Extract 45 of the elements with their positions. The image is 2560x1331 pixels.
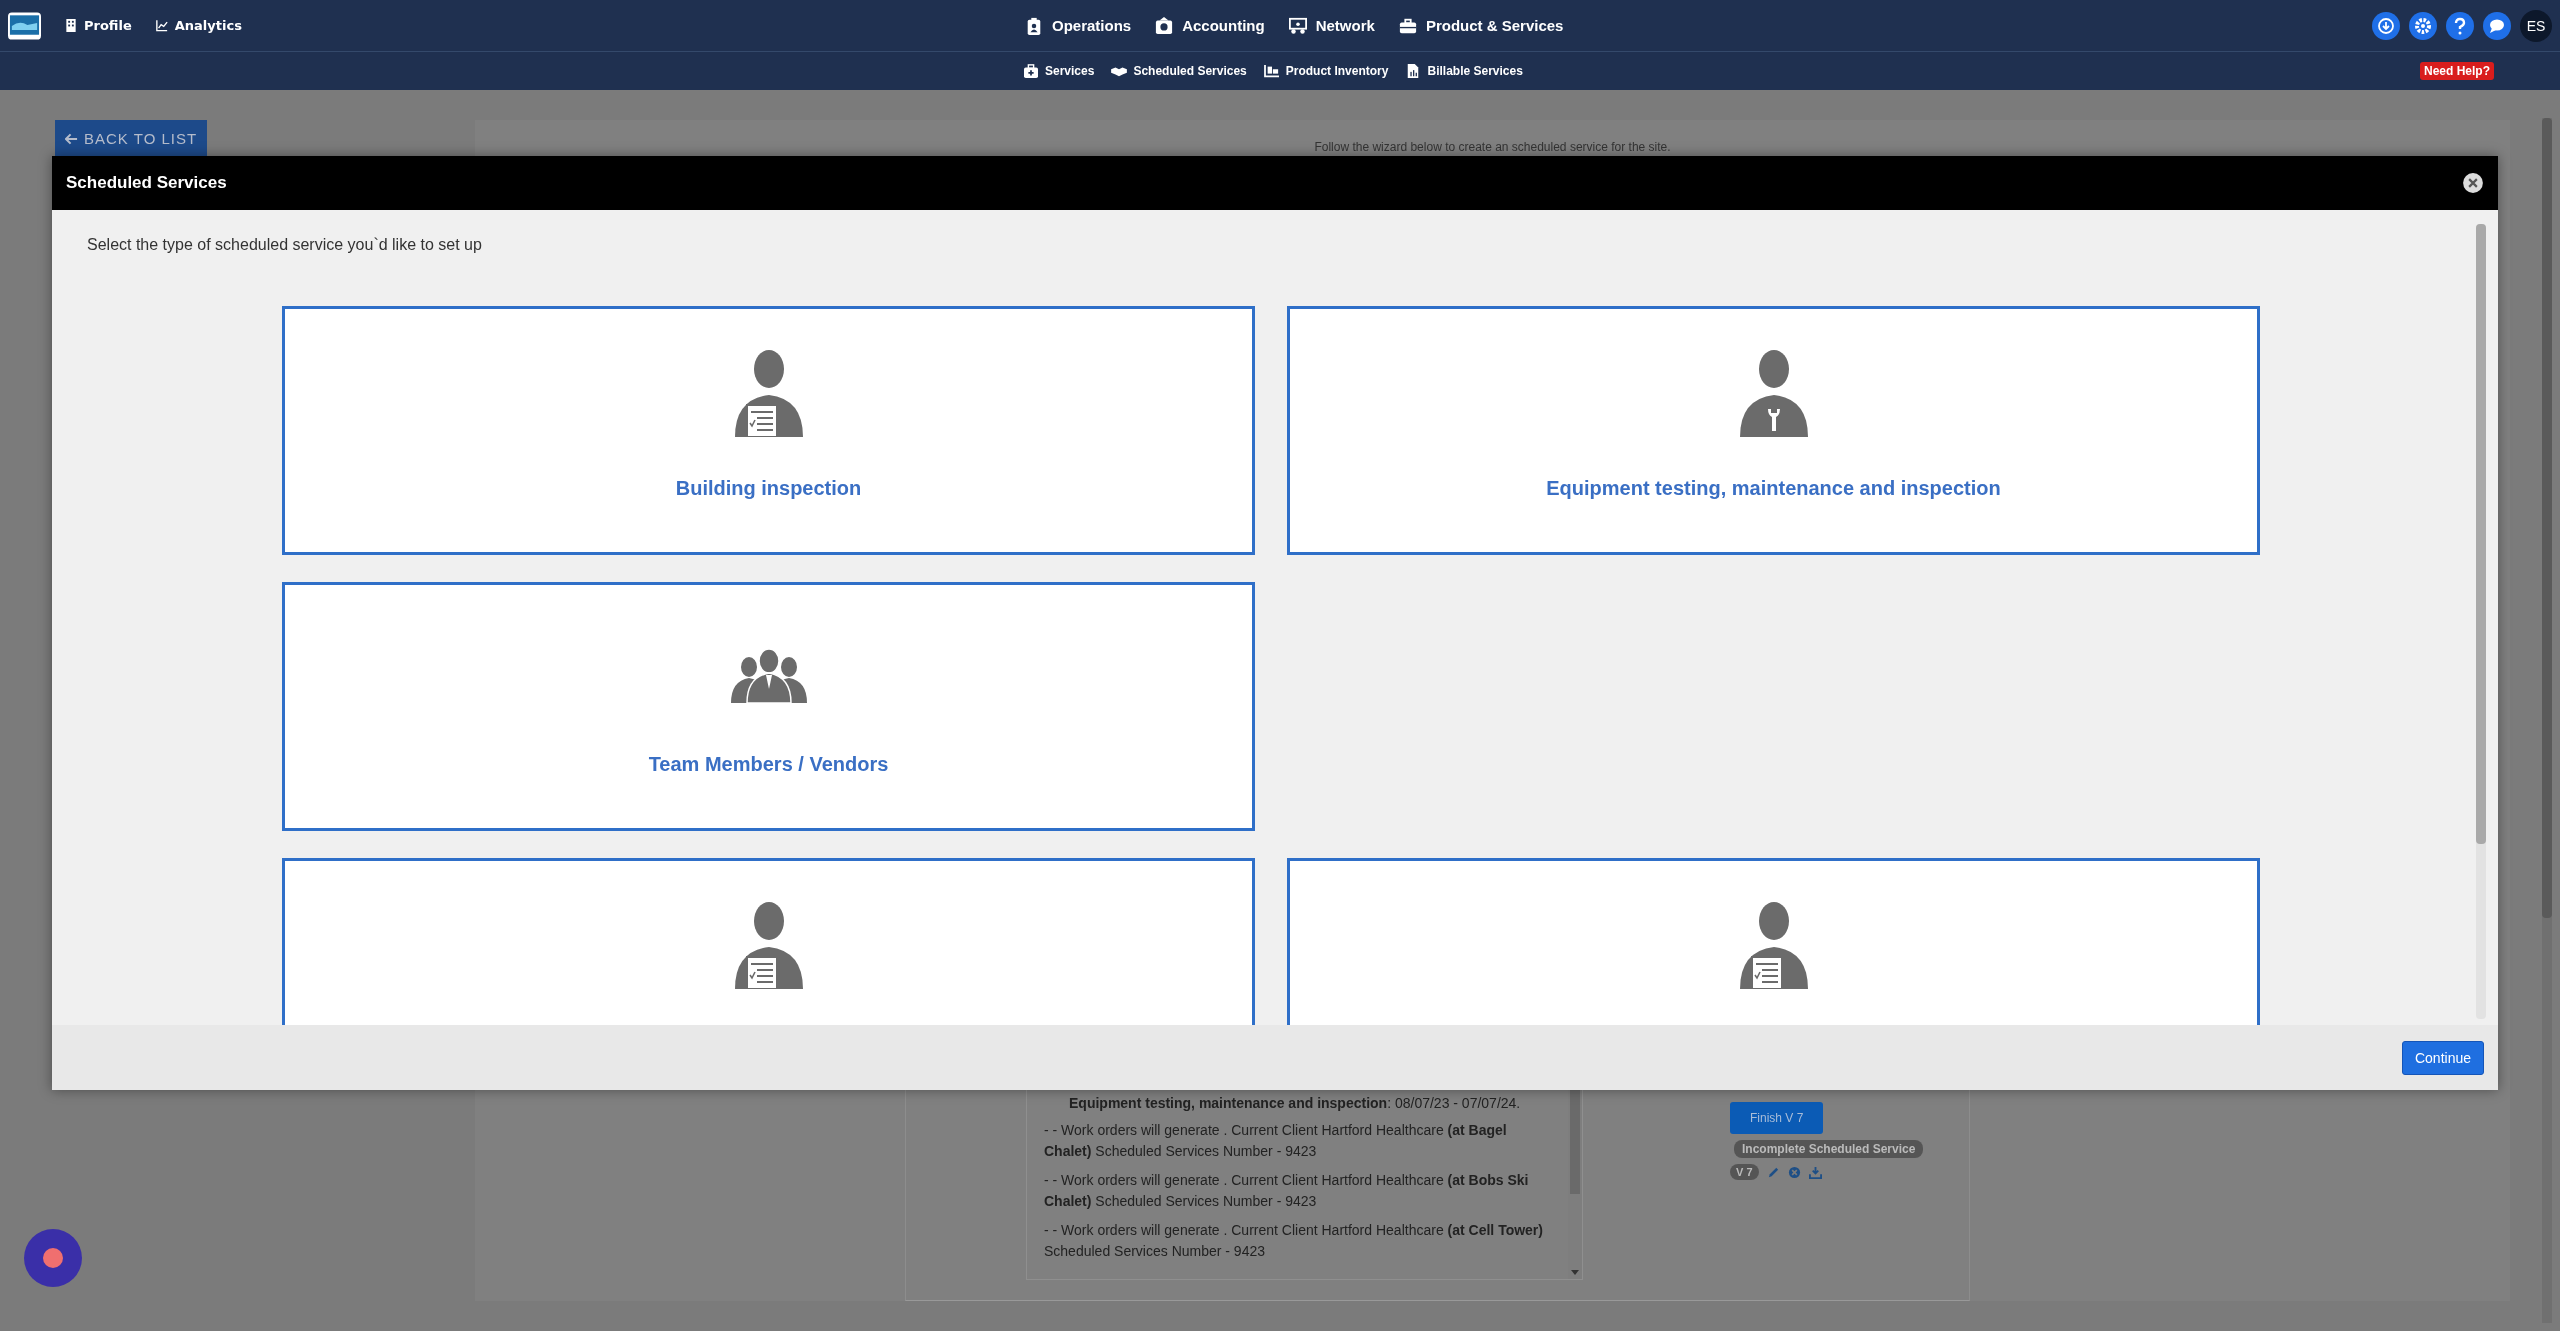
briefcase-icon [1398,16,1417,35]
help-icon[interactable] [2446,11,2474,40]
need-help-button[interactable]: Need Help? [2420,62,2494,80]
submenu-item[interactable]: Billable Services [1405,64,1523,78]
safe-icon [1155,16,1174,35]
menu-item[interactable]: Operations [1025,16,1132,35]
hand-truck-icon [1263,64,1280,78]
submenu-item[interactable]: Scheduled Services [1111,64,1247,78]
status-badge: Incomplete Scheduled Service [1734,1140,1924,1158]
menu-item[interactable]: Accounting [1155,16,1265,35]
card-title: Team Members / Vendors [648,753,889,776]
card-title: Equipment testing, maintenance and inspection [1546,477,2001,500]
logo-icon[interactable] [8,11,41,40]
back-to-list-button[interactable]: BACK TO LIST [55,120,208,157]
submenu-item[interactable]: Product Inventory [1263,64,1389,78]
list-heading: Equipment testing, maintenance and inspection: 08/07/23 - 07/07/24. [1069,1094,1522,1113]
chat-launcher-button[interactable] [24,1229,82,1287]
id-badge-icon [1025,16,1043,35]
close-icon[interactable] [2462,172,2484,194]
card-title: Building inspection [675,477,862,500]
submenu-item[interactable]: Services [1023,64,1095,78]
settings-icon[interactable] [2409,11,2437,40]
arrow-left-icon [65,132,78,145]
service-type-card[interactable]: Team Members / Vendors [282,582,1255,831]
dialog-title: Scheduled Services [66,173,227,193]
medical-kit-icon [1023,64,1039,78]
work-order-line: - - Work orders will generate . Current Client Hartford Healthcare (at Cell Tower) Scheduled Services Number - 9423 [1044,1221,1544,1261]
work-order-line: - - Work orders will generate . Current Client Hartford Healthcare (at Bobs Ski Chalet) Scheduled Services Number - 9423 [1044,1171,1530,1211]
download-icon[interactable] [2372,11,2400,40]
building-icon [65,19,77,32]
nav-link[interactable]: Analytics [155,18,242,33]
chart-icon [155,19,168,32]
dialog-prompt: Select the type of scheduled service you`d like to set up [87,236,483,254]
menu-item[interactable]: Network [1288,16,1375,35]
user-avatar[interactable]: ES [2520,9,2552,42]
work-order-line: - - Work orders will generate . Current Client Hartford Healthcare (at Bagel Chalet) Scheduled Services Number - 9423 [1044,1121,1508,1161]
network-icon [1288,16,1307,35]
version-badge: V 7 [1730,1164,1759,1180]
nav-link[interactable]: Profile [65,18,132,33]
service-type-card[interactable]: Building inspection [282,306,1255,555]
service-type-card[interactable]: Equipment testing, maintenance and inspection [1287,306,2260,555]
menu-item[interactable]: Product & Services [1398,16,1564,35]
wizard-intro: Follow the wizard below to create an scheduled service for the site. [1313,140,1672,154]
continue-button[interactable]: Continue [2401,1040,2484,1075]
chat-icon[interactable] [2483,11,2511,40]
